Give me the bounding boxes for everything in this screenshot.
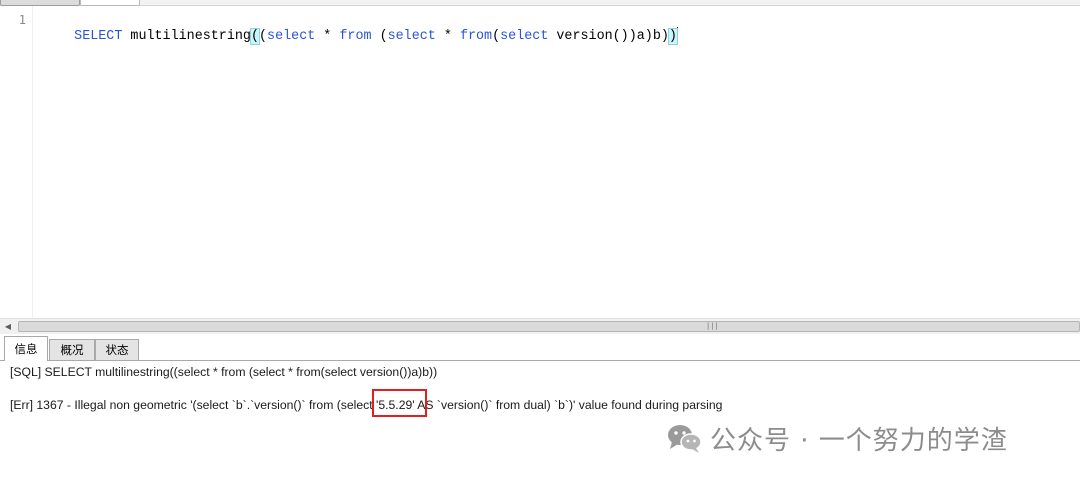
scroll-thumb[interactable]: ||| (18, 321, 1080, 332)
sql-keyword-token: select (500, 29, 549, 44)
sql-token: ( (371, 29, 388, 44)
line-number: 1 (18, 13, 26, 27)
result-tab-bar: 信息 概况 状态 (0, 336, 1080, 361)
tab-info[interactable]: 信息 (4, 336, 48, 361)
matched-paren-token: ( (249, 28, 261, 45)
watermark: 公众号 · 一个努力的学渣 (666, 420, 1008, 456)
sql-keyword-token: select (267, 29, 316, 44)
wechat-logo-icon (668, 425, 702, 453)
sql-keyword-token: from (339, 29, 372, 44)
sql-keyword-token: SELECT (74, 29, 123, 44)
sql-keyword-token: select (387, 29, 436, 44)
sql-token: * (435, 29, 460, 44)
line-number-gutter: 1 (0, 6, 33, 318)
sql-editor[interactable]: 1 SELECT multilinestring((select * from … (0, 0, 1080, 318)
error-output-line: [Err] 1367 - Illegal non geometric '(sel… (10, 398, 723, 412)
code-line[interactable]: SELECT multilinestring((select * from (s… (42, 9, 678, 64)
matched-paren-token: ) (667, 28, 678, 45)
watermark-text: 公众号 · 一个努力的学渣 (710, 425, 1008, 456)
sql-token: ( (492, 29, 501, 44)
sql-token: multilinestring (122, 29, 251, 44)
version-highlight-box (372, 389, 427, 417)
tab-overview[interactable]: 概况 (49, 339, 95, 360)
sql-token: ( (259, 29, 268, 44)
horizontal-scrollbar[interactable]: ◀ ||| (0, 318, 1080, 335)
query-tab-strip (0, 0, 1080, 6)
scroll-left-arrow-icon[interactable]: ◀ (2, 321, 14, 332)
scroll-grip-icon: ||| (706, 322, 719, 330)
sql-token: version())a)b) (548, 29, 669, 44)
tab-status[interactable]: 状态 (95, 339, 139, 360)
text-caret (676, 27, 678, 42)
sql-output-line: [SQL] SELECT multilinestring((select * f… (10, 365, 438, 379)
sql-token: * (315, 29, 340, 44)
query-tab-active[interactable] (80, 0, 140, 6)
sql-keyword-token: from (459, 29, 493, 44)
